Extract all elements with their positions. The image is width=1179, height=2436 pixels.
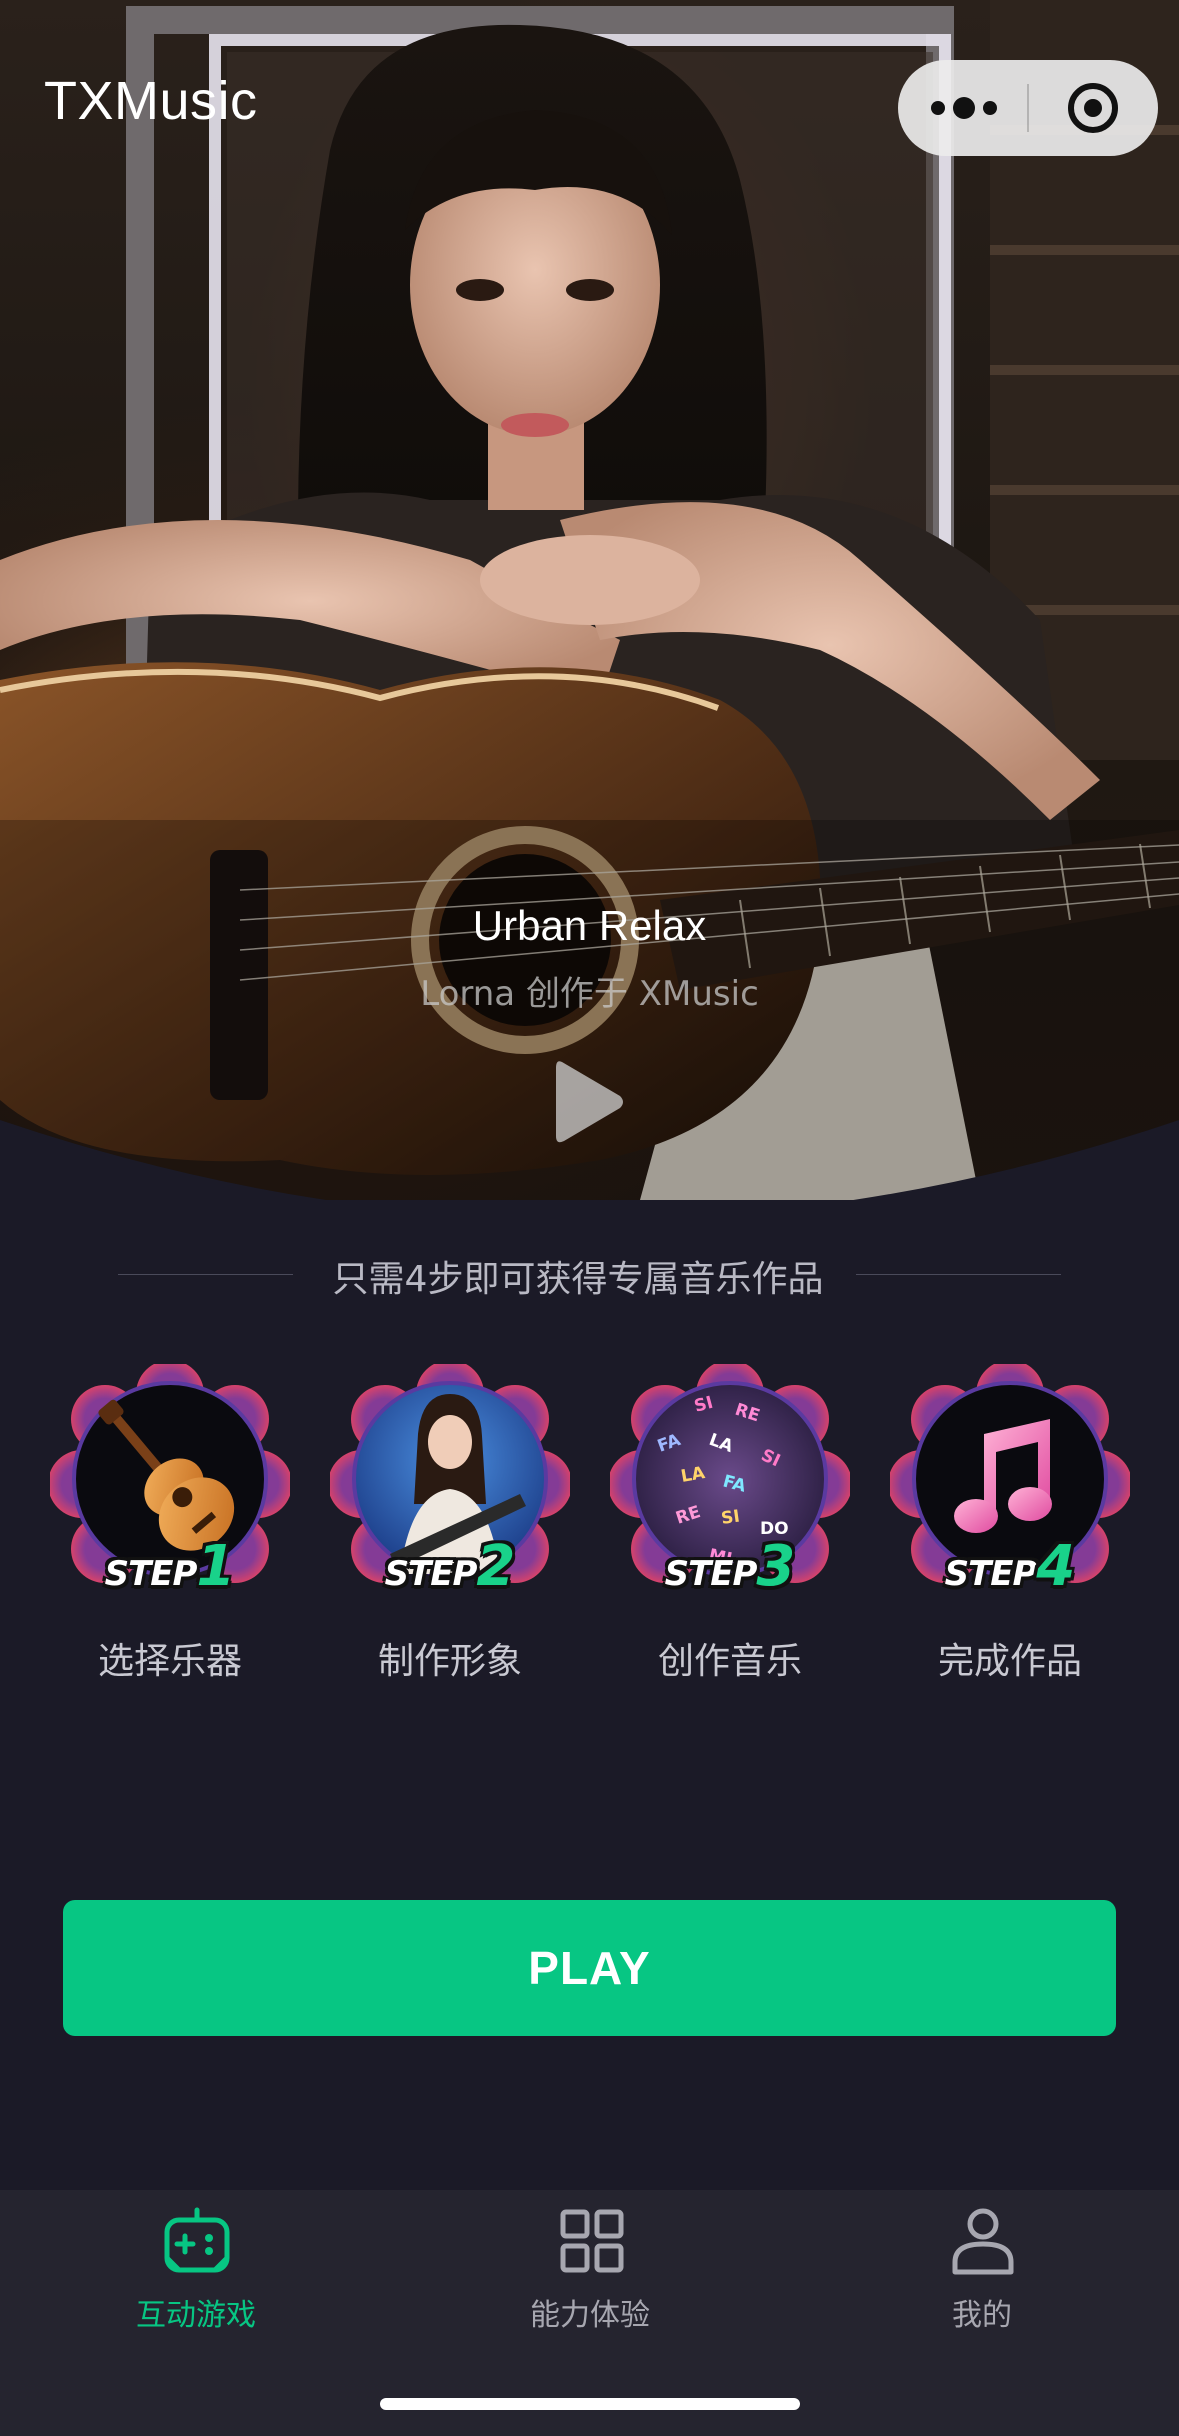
tab-mine[interactable]: 我的 (862, 2206, 1102, 2336)
step-label: 创作音乐 (657, 1641, 802, 1682)
tab-label: 能力体验 (530, 2298, 650, 2333)
hero-banner[interactable]: TXMusic Urban Relax Lorna 创作于 XMusic (0, 0, 1179, 1200)
step-tag: STEP4 (944, 1534, 1076, 1599)
step-tag: STEP1 (104, 1534, 236, 1599)
hero-curve (0, 1120, 1179, 1200)
step-tag: STEP2 (384, 1534, 516, 1599)
steps-heading: 只需4步即可获得专属音乐作品 (332, 1259, 824, 1300)
song-subtitle: Lorna 创作于 XMusic (420, 974, 759, 1014)
step-label: 选择乐器 (97, 1641, 242, 1682)
tab-label: 我的 (952, 2298, 1012, 2333)
steps-heading-row: 只需4步即可获得专属音乐作品 (118, 1250, 1061, 1300)
step-1[interactable]: STEP1 选择乐器 (50, 1364, 290, 1684)
step-label: 制作形象 (377, 1641, 522, 1682)
hero-artwork (0, 0, 1179, 1200)
ellipsis-icon[interactable] (898, 60, 1028, 156)
tab-bar: 互动游戏 能力体验 我的 (0, 2190, 1179, 2436)
svg-text:LA: LA (679, 1463, 707, 1487)
step-3[interactable]: SI RE FA LA SI LA FA RE SI DO MI STEP3 创… (610, 1364, 850, 1684)
song-title: Urban Relax (472, 902, 707, 949)
play-button[interactable]: PLAY (63, 1900, 1116, 2036)
svg-text:SI: SI (720, 1507, 741, 1529)
app-title: TXMusic (44, 71, 258, 131)
step-label: 完成作品 (937, 1641, 1082, 1682)
tab-label: 互动游戏 (136, 2298, 256, 2333)
step-tag: STEP3 (664, 1534, 796, 1599)
divider-left (118, 1274, 293, 1275)
gamepad-icon (164, 2207, 230, 2273)
step-4[interactable]: STEP4 完成作品 (890, 1364, 1130, 1684)
grid-icon (560, 2209, 624, 2273)
steps-row: STEP1 选择乐器 STEP2 制作形象 SI RE FA LA SI LA … (0, 1364, 1179, 1684)
miniprogram-capsule (898, 60, 1158, 156)
user-icon (952, 2208, 1014, 2275)
tab-interactive-games[interactable]: 互动游戏 (76, 2206, 316, 2336)
home-indicator (380, 2398, 800, 2410)
step-2[interactable]: STEP2 制作形象 (330, 1364, 570, 1684)
divider-right (856, 1274, 1061, 1275)
target-circle-icon[interactable] (1029, 60, 1158, 156)
tab-capabilities[interactable]: 能力体验 (470, 2206, 710, 2336)
